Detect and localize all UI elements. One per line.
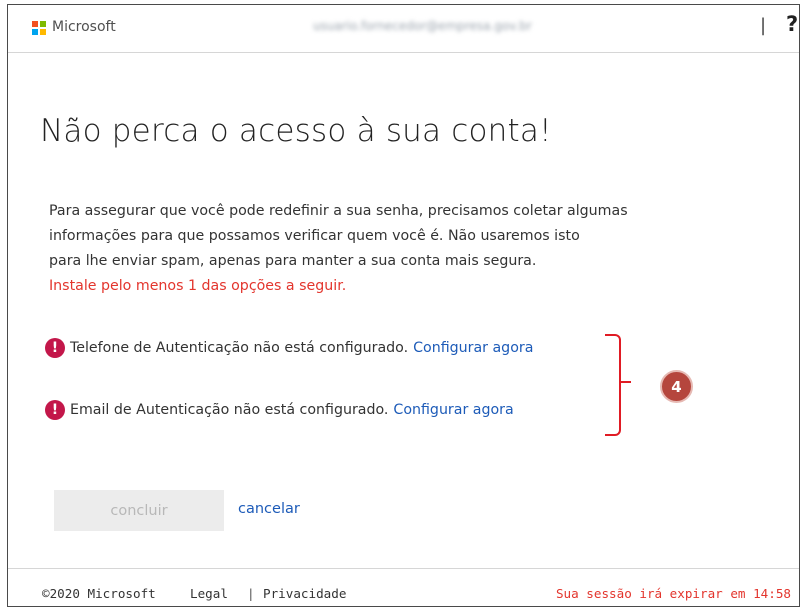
done-button[interactable]: concluir bbox=[54, 490, 224, 531]
phone-auth-row: ! Telefone de Autenticação não está conf… bbox=[45, 338, 533, 358]
brand-name: Microsoft bbox=[52, 19, 116, 35]
error-icon: ! bbox=[45, 338, 65, 358]
help-icon[interactable]: ? bbox=[786, 12, 798, 36]
top-bar: Microsoft usuario.fornecedor@empresa.gov… bbox=[8, 5, 799, 53]
description-line: Para assegurar que você pode redefinir a… bbox=[49, 203, 628, 219]
configure-phone-link[interactable]: Configurar agora bbox=[413, 340, 533, 356]
description-line: informações para que possamos verificar … bbox=[49, 228, 580, 244]
page-title: Não perca o acesso à sua conta! bbox=[40, 113, 552, 149]
phone-auth-status: Telefone de Autenticação não está config… bbox=[70, 340, 409, 356]
window-frame: Microsoft usuario.fornecedor@empresa.gov… bbox=[7, 4, 800, 607]
footer: ©2020 Microsoft Legal | Privacidade Sua … bbox=[8, 568, 799, 606]
annotation-bracket bbox=[605, 334, 621, 436]
copyright-text: ©2020 Microsoft bbox=[42, 586, 156, 601]
warning-text: Instale pelo menos 1 das opções a seguir… bbox=[49, 278, 347, 294]
annotation-badge: 4 bbox=[660, 370, 693, 403]
configure-email-link[interactable]: Configurar agora bbox=[393, 402, 513, 418]
footer-separator: | bbox=[247, 586, 255, 601]
privacy-link[interactable]: Privacidade bbox=[263, 586, 346, 601]
microsoft-logo-icon bbox=[32, 21, 46, 35]
email-auth-status: Email de Autenticação não está configura… bbox=[70, 402, 389, 418]
description: Para assegurar que você pode redefinir a… bbox=[49, 199, 729, 299]
legal-link[interactable]: Legal bbox=[190, 586, 228, 601]
header-separator: | bbox=[760, 15, 767, 36]
email-auth-row: ! Email de Autenticação não está configu… bbox=[45, 400, 514, 420]
error-icon: ! bbox=[45, 400, 65, 420]
description-line: para lhe enviar spam, apenas para manter… bbox=[49, 253, 537, 269]
annotation-bracket-tick bbox=[619, 381, 631, 383]
session-timer: Sua sessão irá expirar em 14:58 bbox=[555, 586, 791, 601]
cancel-link[interactable]: cancelar bbox=[238, 501, 300, 517]
account-email[interactable]: usuario.fornecedor@empresa.gov.br bbox=[313, 19, 643, 35]
